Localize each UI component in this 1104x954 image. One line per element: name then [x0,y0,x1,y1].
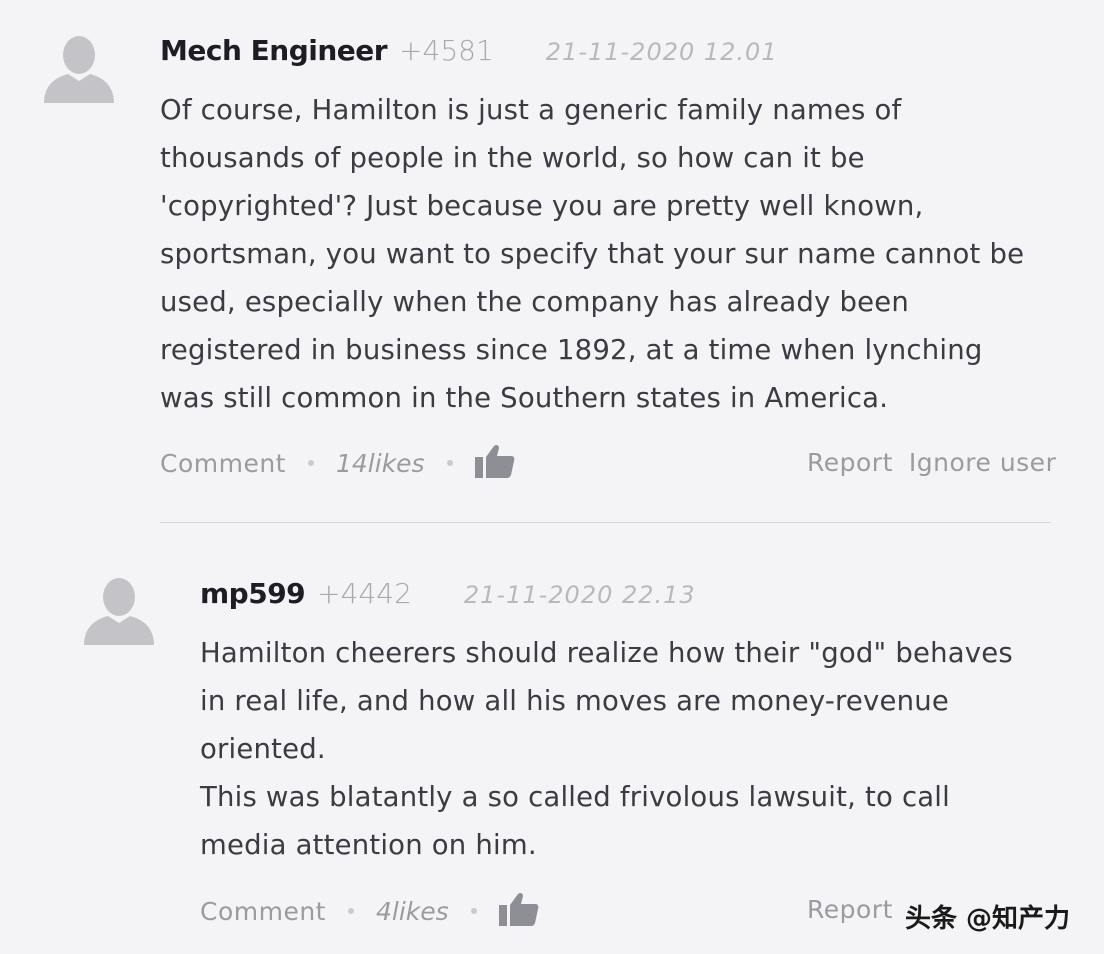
user-score: +4581 [399,34,494,67]
comment-date: 21-11-2020 22.13 [463,581,696,609]
watermark-text: 头条 @知产力 [905,904,1071,934]
user-score: +4442 [317,577,412,610]
comment-button[interactable]: Comment [200,897,326,926]
separator-dot [470,908,477,914]
author-name[interactable]: mp599 [200,577,306,610]
separator-dot [308,460,314,466]
report-link[interactable]: Report [807,895,893,924]
likes-count: 4likes [376,896,449,926]
author-name[interactable]: Mech Engineer [160,34,388,67]
separator-dot [348,908,354,914]
divider [160,522,1051,523]
comment-body: Of course, Hamilton is just a generic fa… [160,94,1025,414]
ignore-user-link[interactable]: Ignore user [909,448,1056,477]
thumbs-up-icon[interactable] [474,444,515,482]
thumbs-up-icon[interactable] [498,892,539,930]
user-avatar-icon[interactable] [82,575,156,645]
comment-date: 21-11-2020 12.01 [545,38,778,66]
likes-count: 14likes [336,448,425,478]
report-link[interactable]: Report [807,448,893,477]
user-avatar-icon[interactable] [42,33,116,103]
comment-body: Hamilton cheerers should realize how the… [200,637,1013,861]
separator-dot [446,460,453,466]
comment-button[interactable]: Comment [160,449,286,478]
